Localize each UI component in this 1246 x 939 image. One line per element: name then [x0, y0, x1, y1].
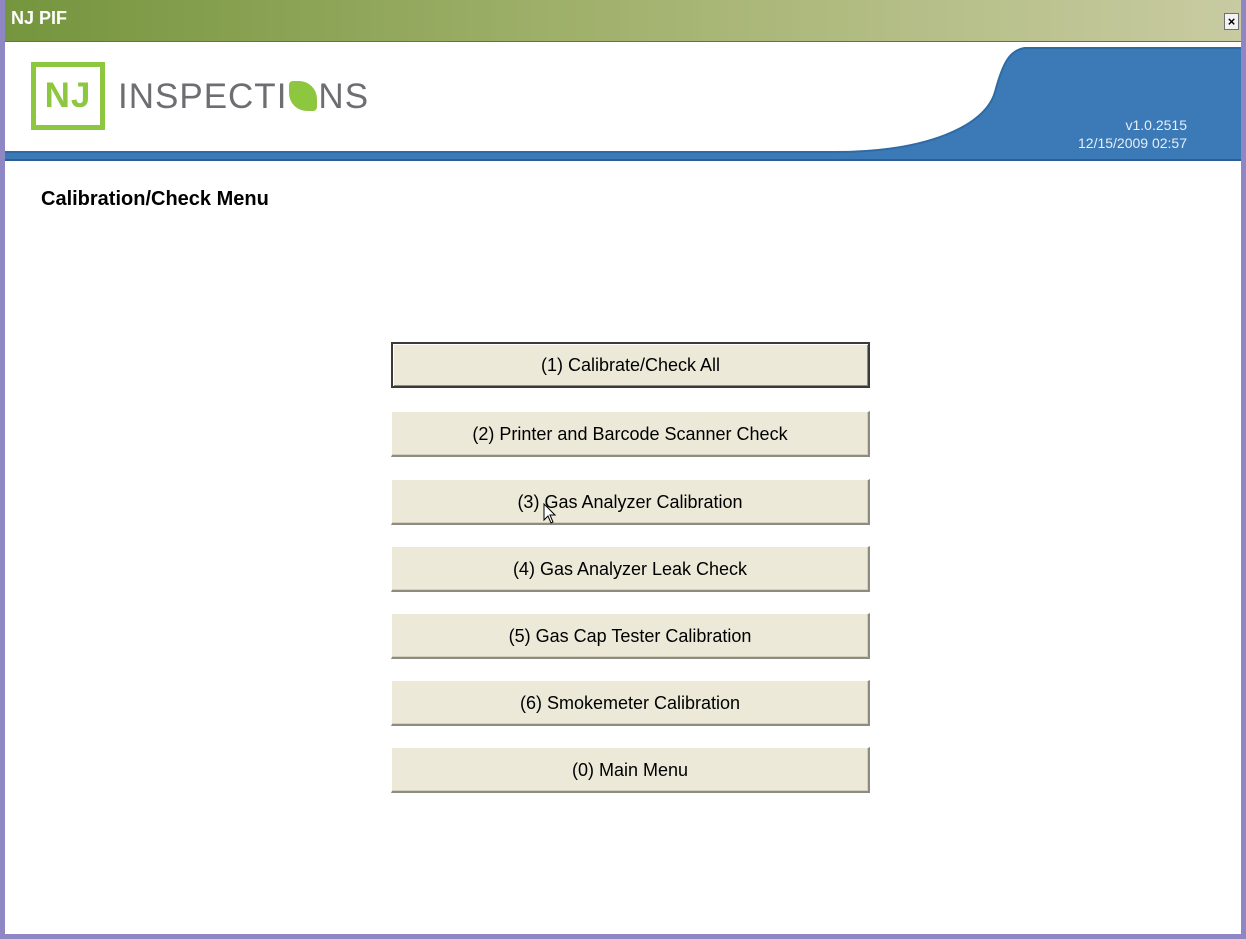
- gas-analyzer-calibration-button[interactable]: (3) Gas Analyzer Calibration: [391, 479, 870, 525]
- logo-text-part-2: NS: [318, 77, 370, 116]
- calibrate-check-all-button[interactable]: (1) Calibrate/Check All: [391, 342, 870, 388]
- gas-analyzer-leak-check-button[interactable]: (4) Gas Analyzer Leak Check: [391, 546, 870, 592]
- version-datetime: 12/15/2009 02:57: [1078, 135, 1187, 151]
- close-icon[interactable]: ×: [1224, 13, 1239, 30]
- inspections-logo-text: INSPECTI NS: [118, 77, 369, 117]
- version-info: v1.0.2515 12/15/2009 02:57: [1078, 116, 1187, 152]
- nj-logo: NJ: [31, 62, 105, 130]
- window-title: NJ PIF: [11, 8, 68, 28]
- mouse-pointer-icon: [543, 503, 557, 524]
- logo-text-part-1: INSPECTI: [118, 77, 288, 116]
- printer-barcode-check-button[interactable]: (2) Printer and Barcode Scanner Check: [391, 411, 870, 457]
- app-header: NJ INSPECTI NS v1.0.2515 12/15/2009 02:57: [5, 42, 1241, 170]
- smokemeter-calibration-button[interactable]: (6) Smokemeter Calibration: [391, 680, 870, 726]
- version-number: v1.0.2515: [1125, 117, 1188, 133]
- main-menu-button[interactable]: (0) Main Menu: [391, 747, 870, 793]
- app-window: NJ PIF × NJ INSPECTI NS v1.0.2515 12/15/2…: [0, 0, 1246, 939]
- gas-cap-tester-calibration-button[interactable]: (5) Gas Cap Tester Calibration: [391, 613, 870, 659]
- page-title: Calibration/Check Menu: [41, 188, 269, 210]
- title-bar[interactable]: NJ PIF ×: [5, 0, 1241, 42]
- leaf-icon: [289, 81, 318, 111]
